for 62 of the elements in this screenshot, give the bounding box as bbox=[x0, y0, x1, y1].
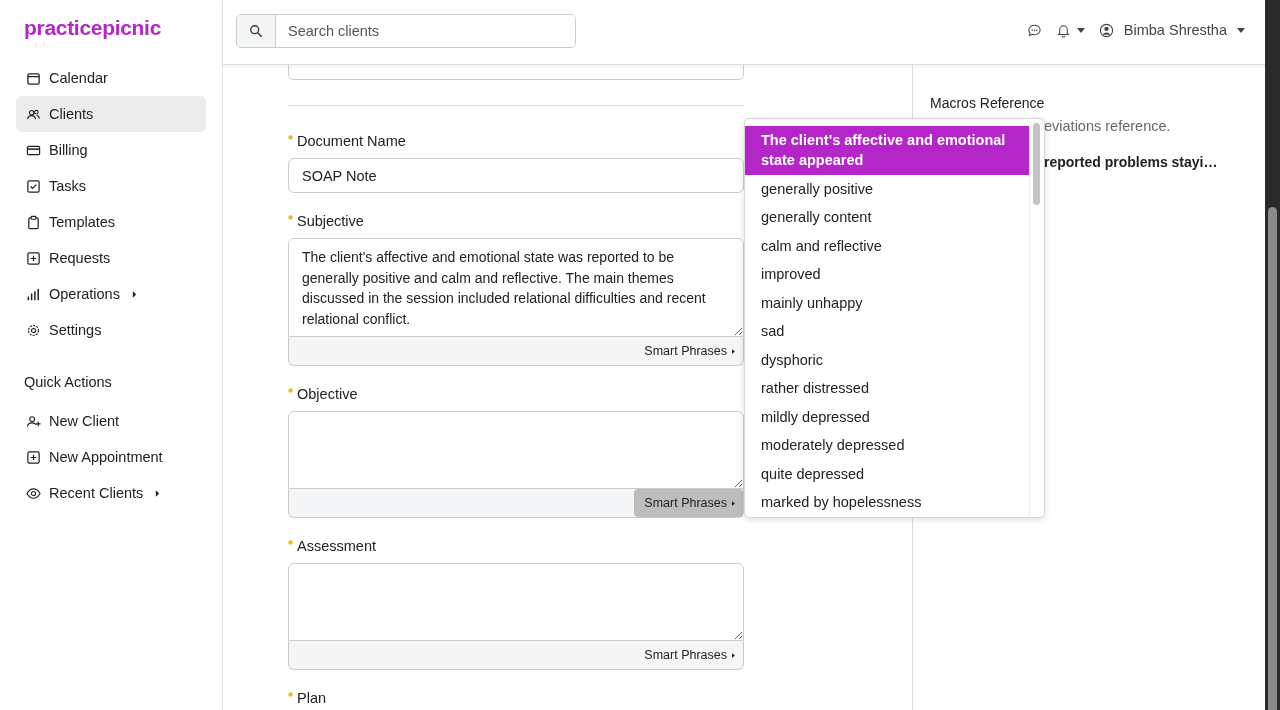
caret-icon bbox=[1076, 27, 1085, 33]
menu-item[interactable]: mildly depressed bbox=[745, 403, 1029, 432]
panel-description: eviations reference. bbox=[1044, 118, 1171, 134]
panel-title: Macros Reference bbox=[930, 95, 1045, 111]
caret-icon bbox=[732, 500, 735, 506]
bar-chart-icon bbox=[26, 286, 41, 302]
macro-item[interactable]: reported problems stayi… bbox=[1044, 154, 1218, 170]
field-label: Plan bbox=[297, 690, 327, 706]
input-field[interactable]: SOAP Note bbox=[288, 158, 744, 193]
sidebar-item[interactable]: Tasks bbox=[16, 168, 206, 204]
sidebar-item[interactable]: Clients bbox=[16, 96, 206, 132]
field-label: Assessment bbox=[297, 538, 376, 554]
search-field[interactable]: Search clients bbox=[236, 13, 576, 48]
caret-icon bbox=[732, 652, 735, 658]
section-heading: Quick Actions bbox=[24, 374, 112, 390]
menu-item[interactable]: dysphoric bbox=[745, 346, 1029, 375]
plus-square-icon bbox=[26, 449, 41, 465]
sidebar-item[interactable]: Settings bbox=[16, 312, 206, 348]
sidebar-item[interactable]: Calendar bbox=[16, 60, 206, 96]
scrollbar[interactable] bbox=[1265, 0, 1280, 710]
logo[interactable]: practicepicnic bbox=[24, 16, 162, 40]
field-label: Objective bbox=[297, 386, 358, 402]
notifications-button[interactable] bbox=[1055, 22, 1085, 38]
sidebar-item[interactable]: New Client bbox=[16, 403, 206, 439]
text-area[interactable]: The client's affective and emotional state was reported to be generally positive and calm and reflective. The main themes discussed in the session included relational difficulties and recent relational conflict. bbox=[288, 238, 744, 337]
menu-item[interactable]: generally content bbox=[745, 203, 1029, 232]
text-area[interactable] bbox=[288, 563, 744, 641]
sidebar-item[interactable]: Requests bbox=[16, 240, 206, 276]
user-name: Bimba Shrestha bbox=[1123, 22, 1227, 38]
eye-icon bbox=[26, 485, 41, 501]
menu-item[interactable]: calm and reflective bbox=[745, 232, 1029, 261]
clipboard-icon bbox=[26, 214, 41, 230]
search-icon bbox=[249, 23, 263, 38]
user-icon bbox=[1098, 22, 1114, 38]
field-label: Subjective bbox=[297, 213, 364, 229]
sidebar-item[interactable]: Templates bbox=[16, 204, 206, 240]
menu-item[interactable]: sad bbox=[745, 317, 1029, 346]
calendar-icon bbox=[26, 70, 41, 86]
sidebar-item[interactable]: Billing bbox=[16, 132, 206, 168]
field-label: Document Name bbox=[297, 133, 406, 149]
user-plus-icon bbox=[26, 413, 41, 429]
text-area[interactable] bbox=[288, 411, 744, 489]
checkbox-icon bbox=[26, 178, 41, 194]
menu-item[interactable]: marked by hopelessness bbox=[745, 488, 1029, 517]
menu-item[interactable]: quite depressed bbox=[745, 460, 1029, 489]
plus-square-icon bbox=[26, 250, 41, 266]
menu-item[interactable]: moderately depressed bbox=[745, 431, 1029, 460]
sidebar-item[interactable]: Operations bbox=[16, 276, 206, 312]
bell-icon bbox=[1055, 22, 1071, 38]
sidebar-item[interactable]: Recent Clients bbox=[16, 475, 206, 511]
caret-icon bbox=[1237, 27, 1245, 33]
menu-item[interactable]: The client's affective and emotional state appeared bbox=[745, 126, 1029, 175]
sidebar-item[interactable]: New Appointment bbox=[16, 439, 206, 475]
menu-item[interactable]: generally positive bbox=[745, 175, 1029, 204]
smart-phrases-button[interactable]: Smart Phrases bbox=[634, 489, 743, 517]
menu-item[interactable]: mainly unhappy bbox=[745, 289, 1029, 318]
user-menu[interactable]: Bimba Shrestha bbox=[1098, 22, 1245, 38]
menu-item[interactable]: rather distressed bbox=[745, 374, 1029, 403]
caret-icon bbox=[732, 348, 735, 354]
chat-icon[interactable] bbox=[1026, 22, 1042, 38]
gear-icon bbox=[26, 322, 41, 338]
menu-item[interactable]: improved bbox=[745, 260, 1029, 289]
